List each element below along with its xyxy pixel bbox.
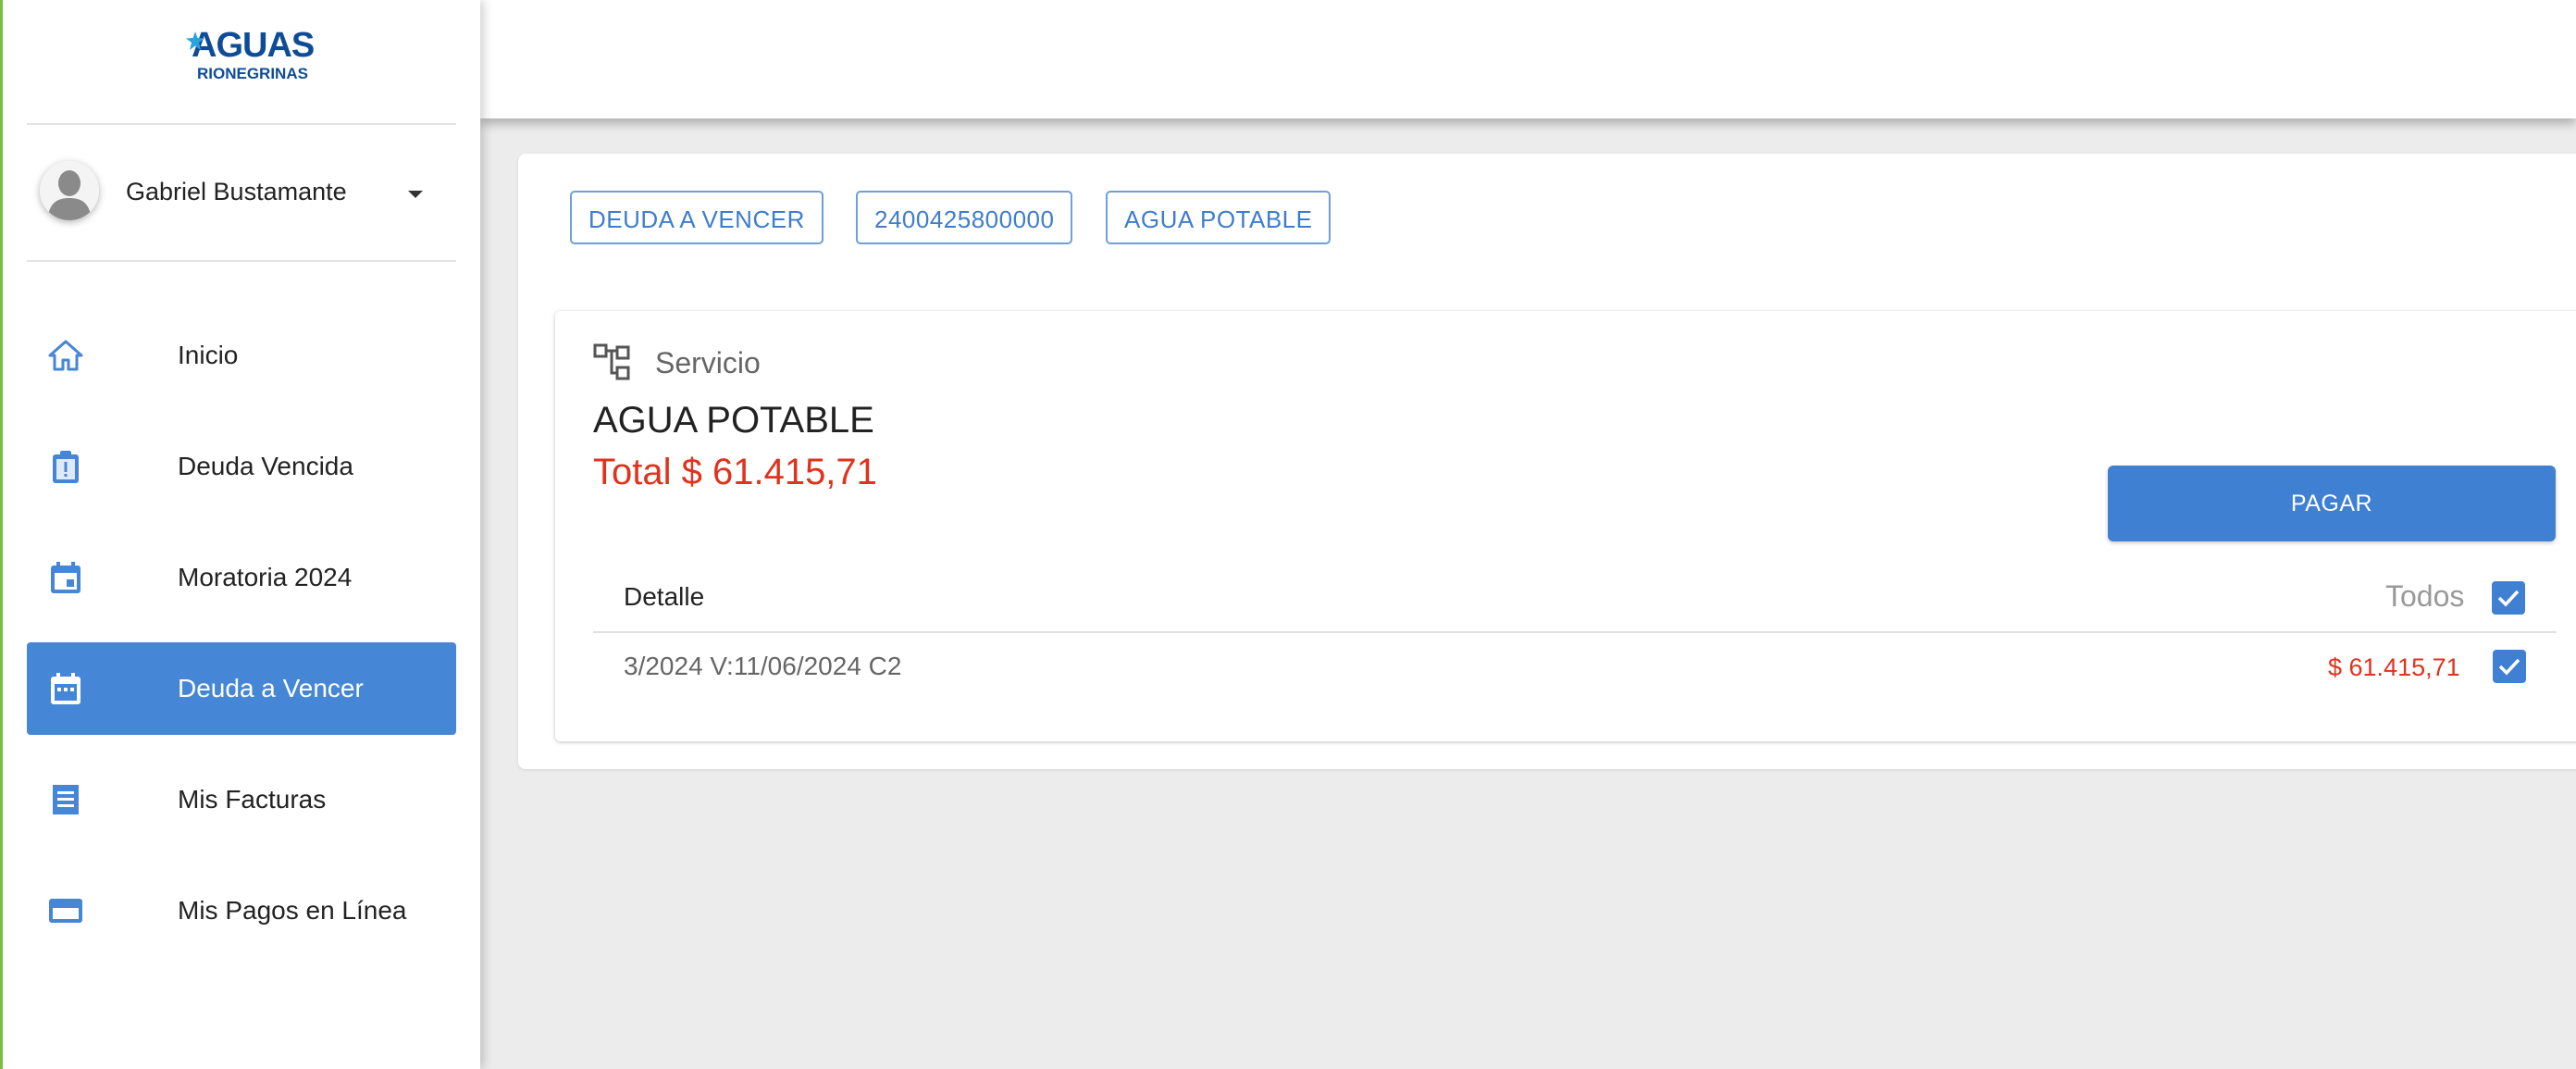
filter-chip-deuda-a-vencer[interactable]: DEUDA A VENCER [570, 191, 824, 244]
clipboard-alert-icon [53, 451, 79, 483]
service-total: Total $ 61.415,71 [593, 452, 877, 492]
sidebar-item-mis-pagos-en-linea[interactable]: Mis Pagos en Línea [27, 864, 456, 957]
calendar-dots-icon [51, 673, 80, 704]
logo-text-aguas: AGUAS [192, 26, 315, 65]
sidebar-divider-user [27, 260, 456, 262]
filter-chip-agua-potable[interactable]: AGUA POTABLE [1106, 191, 1331, 244]
sidebar-item-label: Deuda a Vencer [178, 674, 364, 702]
brand-logo: AGUAS RIONEGRINAS [186, 20, 315, 89]
sidebar: AGUAS RIONEGRINAS Gabriel Bustamante Ini… [3, 0, 480, 1069]
pay-button[interactable]: PAGAR [2108, 466, 2556, 541]
row-amount: $ 61.415,71 [2328, 653, 2460, 681]
filter-chip-account-number[interactable]: 2400425800000 [856, 191, 1073, 244]
logo-star-icon [186, 31, 204, 50]
service-card: Servicio AGUA POTABLE Total $ 61.415,71 … [555, 311, 2576, 741]
top-app-bar [480, 0, 2576, 118]
sidebar-item-mis-facturas[interactable]: Mis Facturas [27, 753, 456, 846]
logo-text-rionegrinas: RIONEGRINAS [197, 65, 308, 82]
chevron-down-icon[interactable] [406, 189, 425, 200]
table-header-all: Todos [2385, 579, 2465, 613]
sidebar-item-label: Mis Facturas [178, 785, 327, 814]
avatar [40, 161, 99, 220]
sidebar-item-label: Moratoria 2024 [178, 563, 353, 591]
select-all-checkbox[interactable] [2492, 581, 2525, 615]
table-header-divider [593, 631, 2557, 633]
row-checkbox[interactable] [2493, 650, 2526, 683]
sidebar-item-deuda-vencida[interactable]: Deuda Vencida [27, 420, 456, 513]
checkmark-icon [2497, 590, 2520, 607]
sidebar-item-label: Deuda Vencida [178, 452, 353, 480]
sidebar-item-deuda-a-vencer[interactable]: Deuda a Vencer [27, 642, 456, 735]
home-icon [48, 340, 83, 371]
service-name: AGUA POTABLE [593, 400, 874, 441]
user-name: Gabriel Bustamante [126, 178, 347, 205]
calendar-icon [51, 562, 80, 593]
sidebar-item-inicio[interactable]: Inicio [27, 309, 456, 402]
sidebar-item-moratoria-2024[interactable]: Moratoria 2024 [27, 531, 456, 624]
user-menu[interactable]: Gabriel Bustamante [27, 157, 456, 231]
sidebar-item-label: Inicio [178, 341, 239, 369]
main-panel: DEUDA A VENCER 2400425800000 AGUA POTABL… [518, 154, 2576, 769]
sidebar-item-label: Mis Pagos en Línea [178, 896, 407, 925]
sidebar-divider-top [27, 123, 456, 125]
credit-card-icon [49, 899, 82, 923]
table-header-detail: Detalle [624, 582, 705, 611]
row-detail: 3/2024 V:11/06/2024 C2 [624, 652, 902, 680]
service-section-label: Servicio [655, 346, 761, 379]
avatar-silhouette-icon [40, 161, 99, 220]
receipt-icon [53, 785, 79, 814]
checkmark-icon [2498, 658, 2520, 676]
service-tree-icon [593, 343, 630, 380]
